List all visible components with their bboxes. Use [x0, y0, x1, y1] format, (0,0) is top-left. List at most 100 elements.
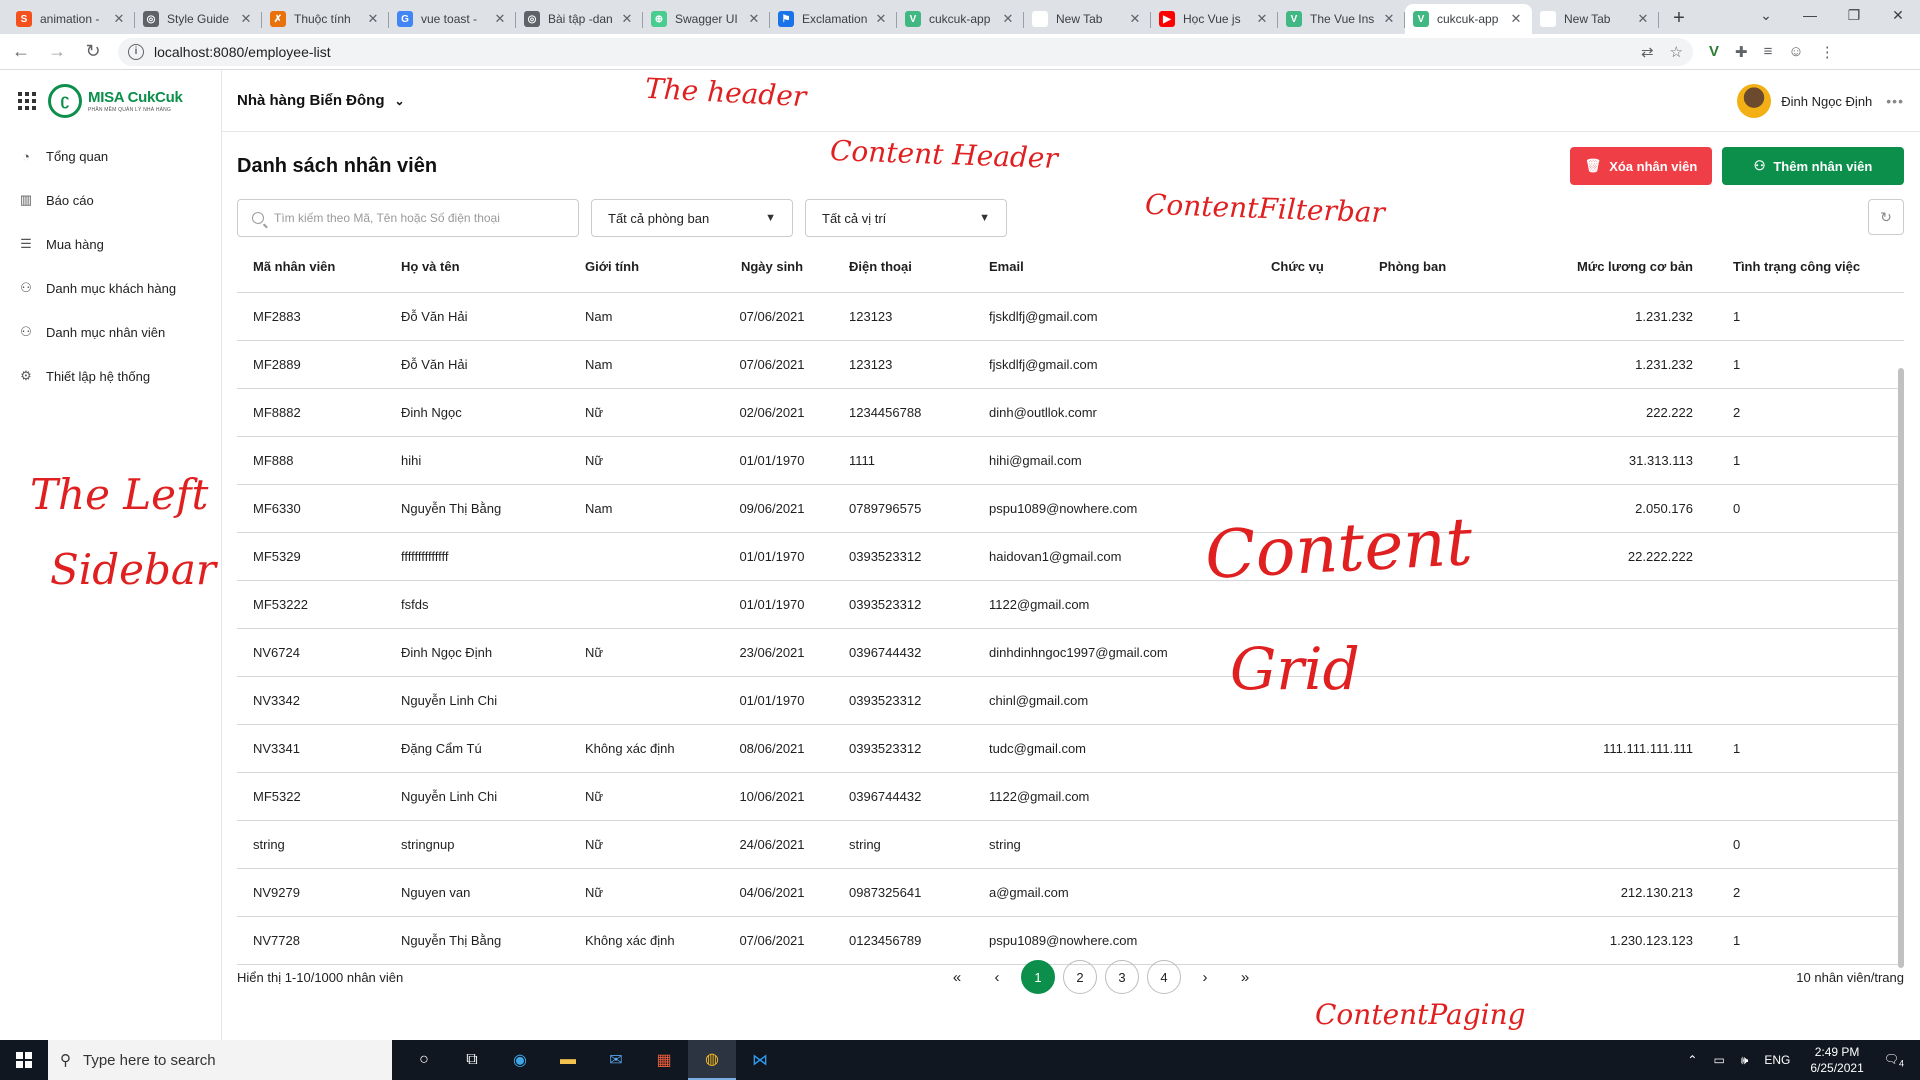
address-bar[interactable]: i localhost:8080/employee-list ⇄ ☆: [118, 37, 1693, 66]
column-header[interactable]: Mức lương cơ bản: [1535, 242, 1717, 293]
column-header[interactable]: Email: [973, 242, 1255, 293]
table-row[interactable]: string stringnup Nữ 24/06/2021 string string 0: [237, 820, 1904, 869]
vue-devtools-icon[interactable]: V: [1709, 43, 1719, 61]
column-header[interactable]: Tình trạng công việc: [1717, 242, 1904, 293]
mail-icon[interactable]: ✉: [592, 1040, 640, 1080]
tab-search-icon[interactable]: ⌄: [1744, 7, 1788, 24]
last-page-icon[interactable]: »: [1229, 969, 1261, 986]
sidebar-item[interactable]: ⚇ Danh mục nhân viên: [0, 310, 221, 354]
close-tab-icon[interactable]: ✕: [1508, 11, 1524, 27]
browser-tab[interactable]: Sanimation - ✕: [8, 4, 135, 34]
close-tab-icon[interactable]: ✕: [746, 11, 762, 27]
url-text[interactable]: localhost:8080/employee-list: [154, 44, 331, 60]
per-page-selector[interactable]: 10 nhân viên/trang: [1796, 970, 1904, 985]
clock[interactable]: 2:49 PM 6/25/2021: [1810, 1044, 1863, 1076]
reload-button[interactable]: ↻: [78, 37, 108, 67]
grid-scrollbar[interactable]: [1898, 368, 1904, 968]
browser-tab[interactable]: ▶ Học Vue js ✕: [1151, 4, 1278, 34]
notifications-icon[interactable]: 🗨4: [1884, 1052, 1904, 1068]
prev-page-icon[interactable]: ‹: [981, 969, 1013, 986]
info-icon[interactable]: i: [128, 43, 144, 60]
table-row[interactable]: MF6330 Nguyễn Thị Bằng Nam 09/06/2021 078979…: [237, 484, 1904, 533]
column-header[interactable]: Họ và tên: [385, 242, 569, 293]
next-page-icon[interactable]: ›: [1189, 969, 1221, 986]
browser-tab[interactable]: ⊕ Swagger UI ✕: [643, 4, 770, 34]
restore-button[interactable]: ❐: [1832, 7, 1876, 24]
table-row[interactable]: MF5329 ffffffffffffff 01/01/1970 0393523312…: [237, 532, 1904, 581]
sidebar-item[interactable]: ⚙ Thiết lập hệ thống: [0, 354, 221, 398]
bookmark-star-icon[interactable]: ☆: [1670, 43, 1683, 61]
cortana-icon[interactable]: ○: [400, 1040, 448, 1080]
table-row[interactable]: NV3342 Nguyễn Linh Chi 01/01/1970 039352331…: [237, 676, 1904, 725]
media-queue-icon[interactable]: ≡: [1764, 43, 1773, 61]
table-row[interactable]: MF2889 Đỗ Văn Hải Nam 07/06/2021 123123 fjskd…: [237, 340, 1904, 389]
vscode-icon[interactable]: ⋈: [736, 1040, 784, 1080]
browser-tab[interactable]: ⚑ Exclamation ✕: [770, 4, 897, 34]
sidebar-item[interactable]: ⚇ Danh mục khách hàng: [0, 266, 221, 310]
browser-tab[interactable]: ◎ Style Guide ✕: [135, 4, 262, 34]
department-filter-select[interactable]: Tất cả phòng ban ▼: [591, 199, 793, 237]
store-icon[interactable]: ▦: [640, 1040, 688, 1080]
forward-button[interactable]: →: [42, 37, 72, 67]
column-header[interactable]: Điện thoại: [833, 242, 973, 293]
close-tab-icon[interactable]: ✕: [365, 11, 381, 27]
translate-icon[interactable]: ⇄: [1641, 43, 1654, 61]
page-button[interactable]: 4: [1147, 960, 1181, 994]
file-explorer-icon[interactable]: ▬: [544, 1040, 592, 1080]
chevron-up-icon[interactable]: ⌃: [1687, 1053, 1697, 1067]
edge-icon[interactable]: ◉: [496, 1040, 544, 1080]
browser-tab[interactable]: Gvue toast - ✕: [389, 4, 516, 34]
close-tab-icon[interactable]: ✕: [619, 11, 635, 27]
user-menu[interactable]: Đinh Ngọc Định •••: [1737, 84, 1904, 118]
network-icon[interactable]: ▭: [1713, 1053, 1724, 1067]
table-row[interactable]: MF888 hihi Nữ 01/01/1970 1111 hihi@gmail.com 3…: [237, 436, 1904, 485]
close-tab-icon[interactable]: ✕: [873, 11, 889, 27]
browser-tab[interactable]: ✗ Thuộc tính ✕: [262, 4, 389, 34]
browser-tab[interactable]: New Tab ✕: [1024, 4, 1151, 34]
sidebar-item[interactable]: ▥ Báo cáo: [0, 178, 221, 222]
app-grid-icon[interactable]: [18, 92, 36, 110]
column-header[interactable]: Chức vụ: [1255, 242, 1363, 293]
refresh-button[interactable]: ↻: [1868, 199, 1904, 235]
delete-employee-button[interactable]: 🗑 Xóa nhân viên: [1570, 147, 1712, 185]
close-tab-icon[interactable]: ✕: [1381, 11, 1397, 27]
search-input[interactable]: [274, 211, 564, 225]
close-tab-icon[interactable]: ✕: [1000, 11, 1016, 27]
back-button[interactable]: ←: [6, 37, 36, 67]
browser-tab[interactable]: New Tab ✕: [1532, 4, 1659, 34]
volume-icon[interactable]: 🕪: [1741, 1053, 1749, 1068]
table-row[interactable]: NV6724 Đinh Ngọc Định Nữ 23/06/2021 03967444…: [237, 628, 1904, 677]
browser-menu-icon[interactable]: ⋮: [1820, 43, 1835, 61]
page-button[interactable]: 3: [1105, 960, 1139, 994]
table-row[interactable]: MF53222 fsfds 01/01/1970 0393523312 1122@gma…: [237, 580, 1904, 629]
table-row[interactable]: MF8882 Đinh Ngọc Nữ 02/06/2021 1234456788 din…: [237, 388, 1904, 437]
page-button[interactable]: 2: [1063, 960, 1097, 994]
minimize-button[interactable]: —: [1788, 7, 1832, 23]
close-tab-icon[interactable]: ✕: [1127, 11, 1143, 27]
add-employee-button[interactable]: ⚇ Thêm nhân viên: [1722, 147, 1904, 185]
browser-tab[interactable]: V The Vue Ins ✕: [1278, 4, 1405, 34]
first-page-icon[interactable]: «: [941, 969, 973, 986]
close-tab-icon[interactable]: ✕: [492, 11, 508, 27]
browser-tab[interactable]: ◎ Bài tập -dan ✕: [516, 4, 643, 34]
new-tab-button[interactable]: +: [1665, 4, 1693, 32]
profile-icon[interactable]: ☺: [1788, 43, 1803, 61]
table-row[interactable]: NV9279 Nguyen van Nữ 04/06/2021 0987325641 a@…: [237, 868, 1904, 917]
page-button[interactable]: 1: [1021, 960, 1055, 994]
column-header[interactable]: Phòng ban: [1363, 242, 1535, 293]
position-filter-select[interactable]: Tất cả vị trí ▼: [805, 199, 1007, 237]
sidebar-item[interactable]: ☰ Mua hàng: [0, 222, 221, 266]
restaurant-selector[interactable]: Nhà hàng Biển Đông ⌄: [237, 92, 405, 109]
browser-tab[interactable]: Vcukcuk-app ✕: [1405, 4, 1532, 34]
close-tab-icon[interactable]: ✕: [238, 11, 254, 27]
more-options-icon[interactable]: •••: [1886, 93, 1904, 109]
column-header[interactable]: Mã nhân viên: [237, 242, 385, 293]
column-header[interactable]: Ngày sinh: [711, 242, 833, 293]
browser-tab[interactable]: Vcukcuk-app ✕: [897, 4, 1024, 34]
chrome-icon[interactable]: ◍: [688, 1040, 736, 1080]
language-indicator[interactable]: ENG: [1764, 1053, 1790, 1067]
table-row[interactable]: MF2883 Đỗ Văn Hải Nam 07/06/2021 123123 fjskd…: [237, 292, 1904, 341]
table-row[interactable]: NV3341 Đặng Cẩm Tú Không xác định 08/06/202…: [237, 724, 1904, 773]
start-button[interactable]: [0, 1040, 48, 1080]
close-tab-icon[interactable]: ✕: [111, 11, 127, 27]
